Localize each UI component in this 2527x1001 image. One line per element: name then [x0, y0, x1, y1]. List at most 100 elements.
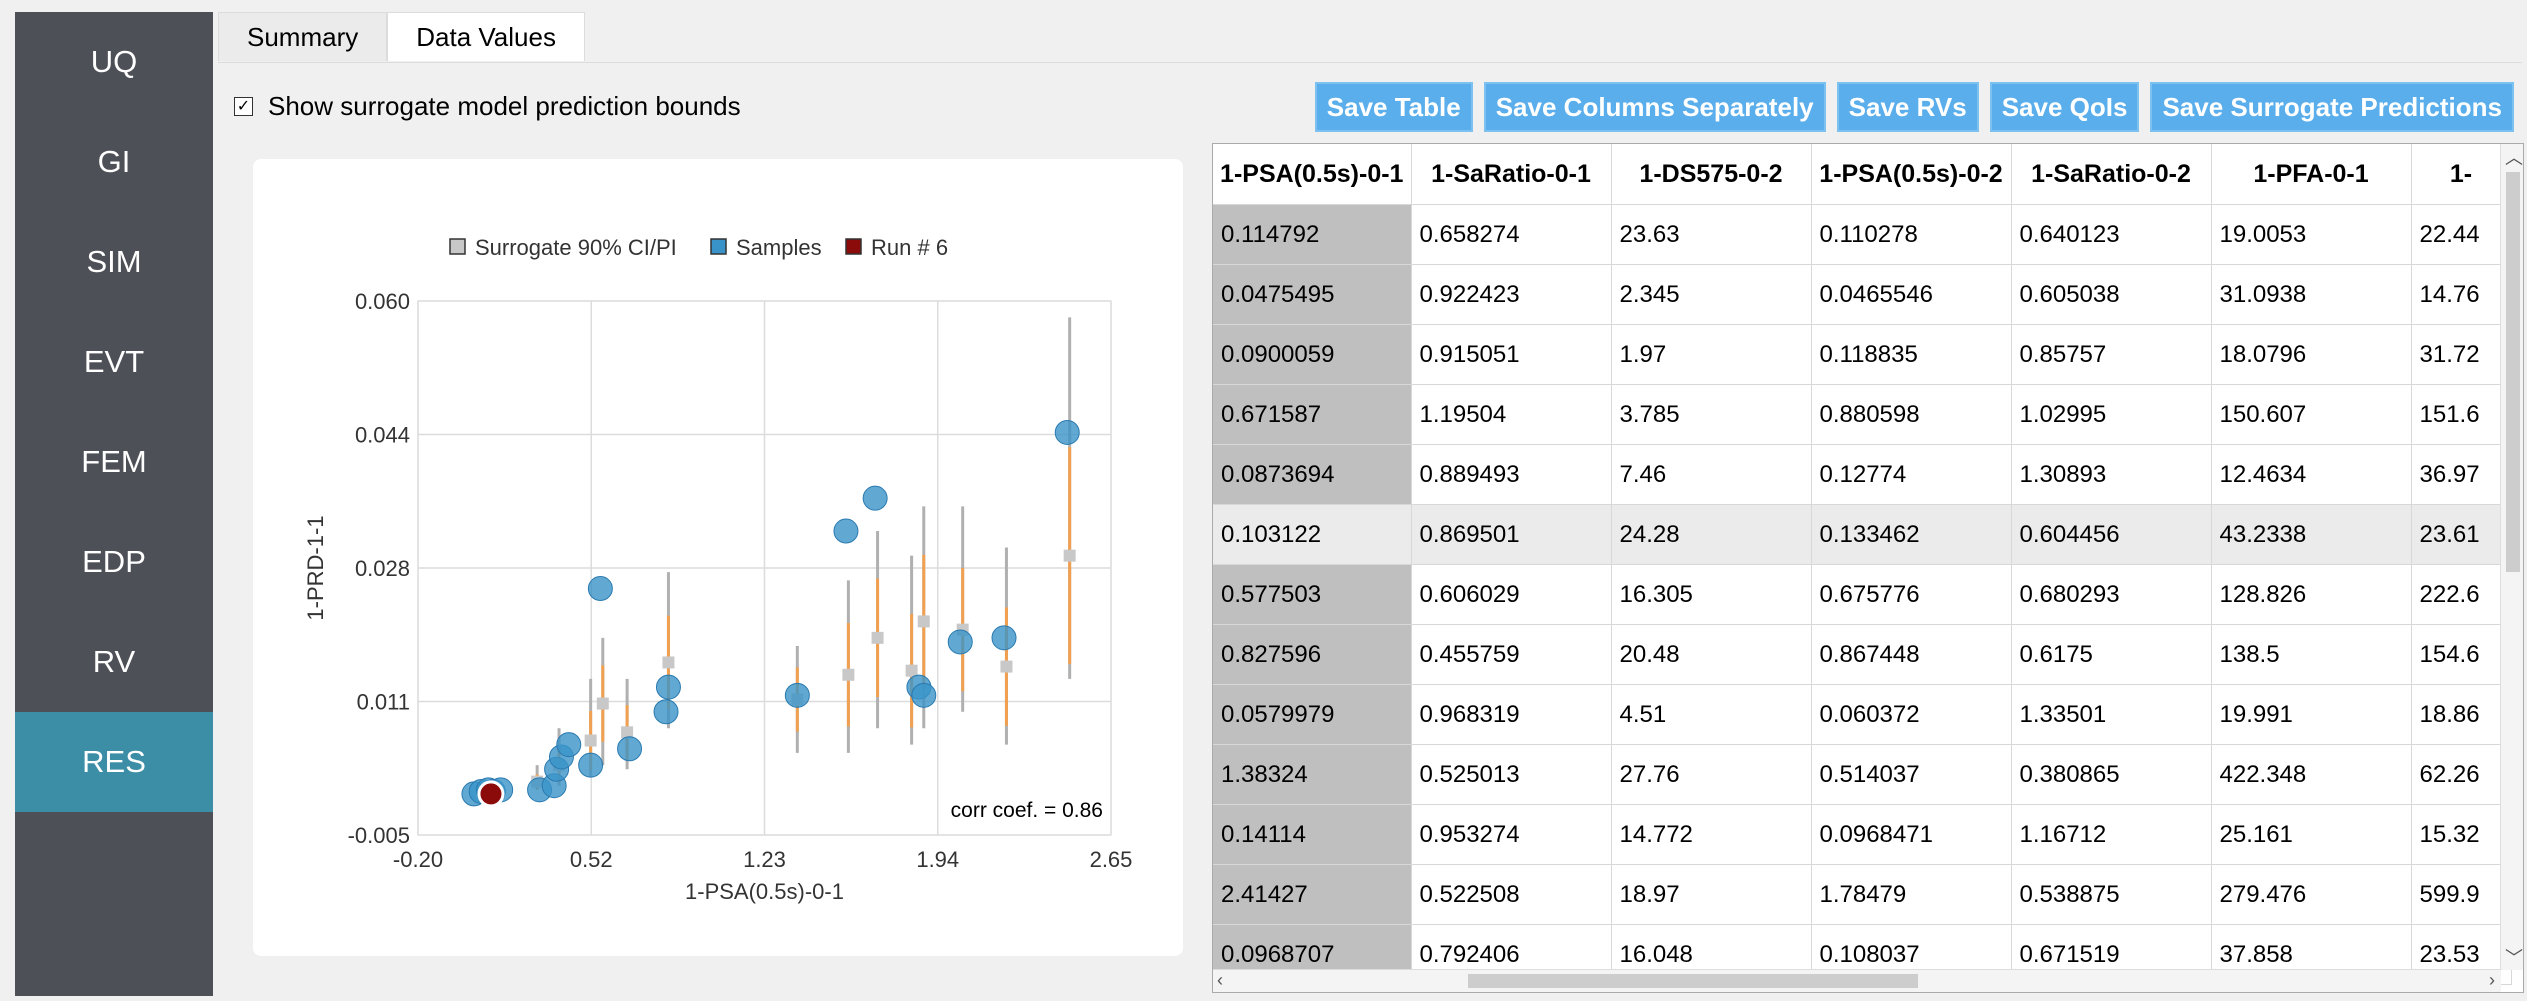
- table-cell[interactable]: 18.97: [1611, 864, 1812, 925]
- table-row[interactable]: 0.827596 0.455759 20.48 0.867448 0.6175 138.5…: [1213, 624, 2512, 685]
- table-cell[interactable]: 0.577503: [1213, 564, 1412, 625]
- table-cell[interactable]: 0.538875: [2011, 864, 2212, 925]
- vertical-scrollbar[interactable]: ︿ ﹀: [2500, 144, 2523, 970]
- sidebar-item-uq[interactable]: UQ: [15, 12, 213, 112]
- table-cell[interactable]: 0.867448: [1811, 624, 2012, 685]
- save-surrogate-button[interactable]: Save Surrogate Predictions: [2150, 82, 2514, 132]
- save-rvs-button[interactable]: Save RVs: [1836, 82, 1979, 132]
- scroll-left-icon[interactable]: ‹: [1217, 970, 1223, 991]
- sidebar-item-rv[interactable]: RV: [15, 612, 213, 712]
- table-cell[interactable]: 0.0873694: [1213, 444, 1412, 505]
- table-cell[interactable]: 36.97: [2411, 444, 2512, 505]
- vertical-scroll-thumb[interactable]: [2506, 172, 2520, 572]
- table-cell[interactable]: 23.63: [1611, 204, 1812, 265]
- table-cell[interactable]: 0.514037: [1811, 744, 2012, 805]
- table-cell[interactable]: 0.605038: [2011, 264, 2212, 325]
- table-cell[interactable]: 0.12774: [1811, 444, 2012, 505]
- table-cell[interactable]: 0.0475495: [1213, 264, 1412, 325]
- table-cell[interactable]: 1.33501: [2011, 684, 2212, 745]
- table-row[interactable]: 1.38324 0.525013 27.76 0.514037 0.380865 422.…: [1213, 744, 2512, 805]
- table-row[interactable]: 0.114792 0.658274 23.63 0.110278 0.640123 19.…: [1213, 204, 2512, 265]
- table-cell[interactable]: 15.32: [2411, 804, 2512, 865]
- column-header[interactable]: 1-PSA(0.5s)-0-2: [1811, 144, 2012, 205]
- table-cell[interactable]: 0.889493: [1411, 444, 1612, 505]
- table-cell[interactable]: 0.869501: [1411, 504, 1612, 565]
- table-cell[interactable]: 3.785: [1611, 384, 1812, 445]
- save-columns-button[interactable]: Save Columns Separately: [1483, 82, 1826, 132]
- table-cell[interactable]: 0.0968471: [1811, 804, 2012, 865]
- table-cell[interactable]: 128.826: [2211, 564, 2412, 625]
- table-cell[interactable]: 7.46: [1611, 444, 1812, 505]
- column-header[interactable]: 1-: [2411, 144, 2512, 205]
- table-cell[interactable]: 18.86: [2411, 684, 2512, 745]
- column-header[interactable]: 1-DS575-0-2: [1611, 144, 1812, 205]
- sidebar-item-fem[interactable]: FEM: [15, 412, 213, 512]
- table-cell[interactable]: 0.14114: [1213, 804, 1412, 865]
- prediction-bounds-toggle[interactable]: ✓ Show surrogate model prediction bounds: [234, 91, 741, 122]
- table-cell[interactable]: 0.968319: [1411, 684, 1612, 745]
- table-cell[interactable]: 154.6: [2411, 624, 2512, 685]
- table-cell[interactable]: 0.827596: [1213, 624, 1412, 685]
- table-cell[interactable]: 27.76: [1611, 744, 1812, 805]
- table-cell[interactable]: 0.0900059: [1213, 324, 1412, 385]
- table-cell[interactable]: 62.26: [2411, 744, 2512, 805]
- scatter-plot[interactable]: -0.20 0.52 1.23 1.94 2.65 0.060 0.044 0.028 0.01…: [253, 159, 1183, 956]
- table-cell[interactable]: 150.607: [2211, 384, 2412, 445]
- horizontal-scroll-thumb[interactable]: [1468, 974, 1918, 988]
- table-cell[interactable]: 0.103122: [1213, 504, 1412, 565]
- table-cell[interactable]: 151.6: [2411, 384, 2512, 445]
- table-cell[interactable]: 19.0053: [2211, 204, 2412, 265]
- table-cell[interactable]: 0.380865: [2011, 744, 2212, 805]
- table-cell[interactable]: 0.604456: [2011, 504, 2212, 565]
- table-cell[interactable]: 0.85757: [2011, 324, 2212, 385]
- scroll-up-icon[interactable]: ︿: [2505, 144, 2523, 170]
- table-cell[interactable]: 0.671587: [1213, 384, 1412, 445]
- table-cell[interactable]: 12.4634: [2211, 444, 2412, 505]
- table-cell[interactable]: 22.44: [2411, 204, 2512, 265]
- table-cell[interactable]: 0.675776: [1811, 564, 2012, 625]
- sidebar-item-edp[interactable]: EDP: [15, 512, 213, 612]
- table-row[interactable]: 0.577503 0.606029 16.305 0.675776 0.680293 12…: [1213, 564, 2512, 625]
- table-cell[interactable]: 14.76: [2411, 264, 2512, 325]
- save-table-button[interactable]: Save Table: [1314, 82, 1473, 132]
- table-row[interactable]: 0.0900059 0.915051 1.97 0.118835 0.85757 18.0…: [1213, 324, 2512, 385]
- column-header[interactable]: 1-SaRatio-0-1: [1411, 144, 1612, 205]
- table-cell[interactable]: 20.48: [1611, 624, 1812, 685]
- sidebar-item-sim[interactable]: SIM: [15, 212, 213, 312]
- sidebar-item-res[interactable]: RES: [15, 712, 213, 812]
- table-cell[interactable]: 138.5: [2211, 624, 2412, 685]
- sidebar-item-gi[interactable]: GI: [15, 112, 213, 212]
- table-cell[interactable]: 0.658274: [1411, 204, 1612, 265]
- table-cell[interactable]: 1.19504: [1411, 384, 1612, 445]
- table-cell[interactable]: 31.0938: [2211, 264, 2412, 325]
- table-cell[interactable]: 19.991: [2211, 684, 2412, 745]
- table-row[interactable]: 0.103122 0.869501 24.28 0.133462 0.604456 43.…: [1213, 504, 2512, 565]
- table-cell[interactable]: 0.606029: [1411, 564, 1612, 625]
- table-cell[interactable]: 0.110278: [1811, 204, 2012, 265]
- table-cell[interactable]: 25.161: [2211, 804, 2412, 865]
- table-cell[interactable]: 2.345: [1611, 264, 1812, 325]
- table-cell[interactable]: 0.133462: [1811, 504, 2012, 565]
- column-header[interactable]: 1-PSA(0.5s)-0-1: [1213, 144, 1412, 205]
- table-cell[interactable]: 0.953274: [1411, 804, 1612, 865]
- table-row[interactable]: 0.0873694 0.889493 7.46 0.12774 1.30893 12.46…: [1213, 444, 2512, 505]
- tab-data-values[interactable]: Data Values: [387, 12, 585, 61]
- table-cell[interactable]: 1.30893: [2011, 444, 2212, 505]
- table-cell[interactable]: 0.0579979: [1213, 684, 1412, 745]
- table-cell[interactable]: 1.38324: [1213, 744, 1412, 805]
- scroll-down-icon[interactable]: ﹀: [2505, 944, 2523, 970]
- table-cell[interactable]: 0.114792: [1213, 204, 1412, 265]
- table-row[interactable]: 0.14114 0.953274 14.772 0.0968471 1.16712 25.…: [1213, 804, 2512, 865]
- table-cell[interactable]: 0.118835: [1811, 324, 2012, 385]
- table-cell[interactable]: 0.522508: [1411, 864, 1612, 925]
- scroll-right-icon[interactable]: ›: [2489, 970, 2495, 991]
- table-cell[interactable]: 0.525013: [1411, 744, 1612, 805]
- table-cell[interactable]: 599.9: [2411, 864, 2512, 925]
- table-cell[interactable]: 0.680293: [2011, 564, 2212, 625]
- table-cell[interactable]: 0.880598: [1811, 384, 2012, 445]
- table-row[interactable]: 0.0475495 0.922423 2.345 0.0465546 0.605038 3…: [1213, 264, 2512, 325]
- table-cell[interactable]: 0.6175: [2011, 624, 2212, 685]
- table-cell[interactable]: 222.6: [2411, 564, 2512, 625]
- table-cell[interactable]: 24.28: [1611, 504, 1812, 565]
- table-cell[interactable]: 2.41427: [1213, 864, 1412, 925]
